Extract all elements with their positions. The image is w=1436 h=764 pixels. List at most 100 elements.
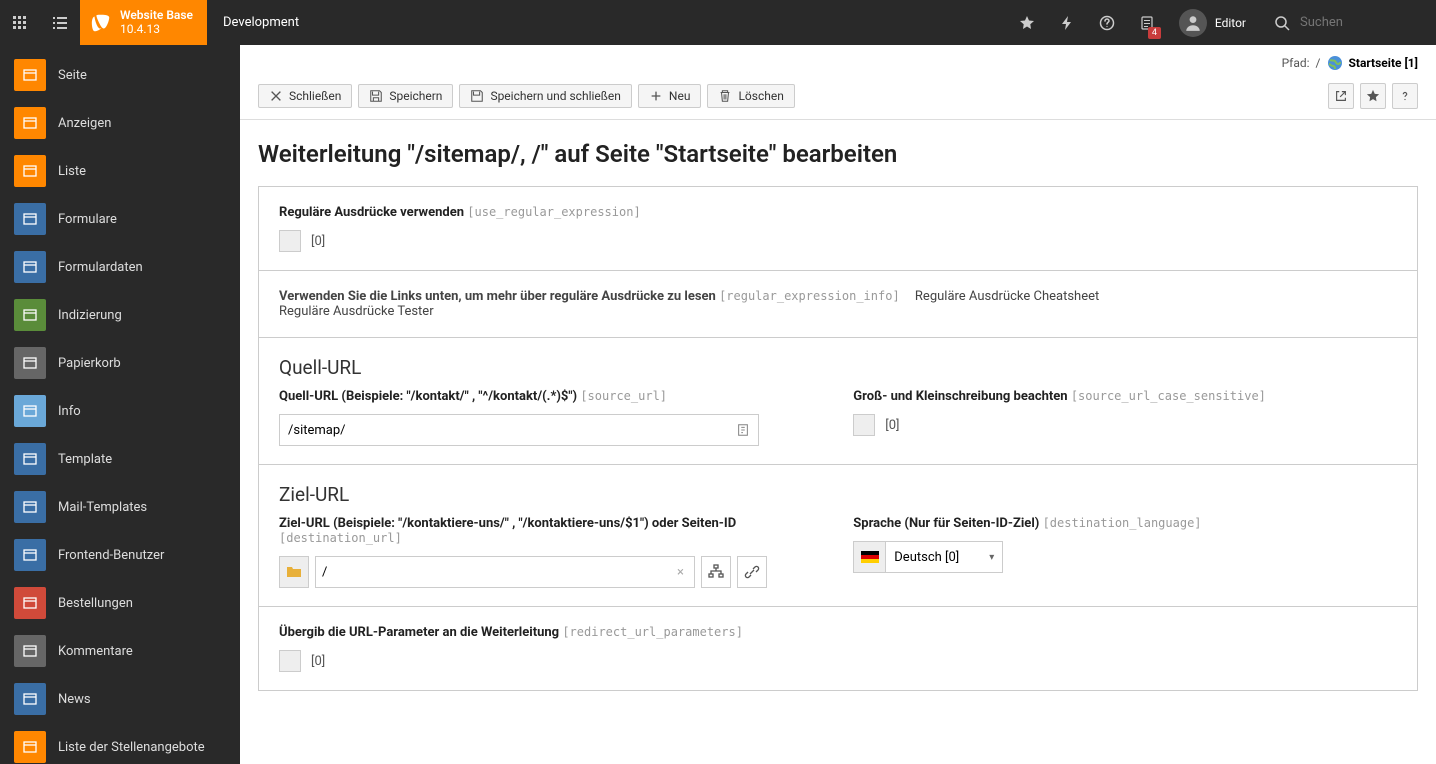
list-menu-button[interactable] bbox=[40, 0, 80, 45]
sidebar-item-5[interactable]: Indizierung bbox=[6, 293, 234, 337]
save-icon bbox=[369, 89, 383, 103]
delete-button[interactable]: Löschen bbox=[707, 84, 794, 108]
folder-prefix-icon bbox=[279, 556, 309, 588]
params-checkbox[interactable] bbox=[279, 650, 301, 672]
help-button[interactable] bbox=[1087, 0, 1127, 45]
sidebar-item-14[interactable]: Liste der Stellenangebote bbox=[6, 725, 234, 764]
brand-block[interactable]: Website Base 10.4.13 bbox=[80, 0, 207, 45]
open-link-button[interactable] bbox=[1328, 83, 1354, 109]
sidebar-item-9[interactable]: Mail-Templates bbox=[6, 485, 234, 529]
brand-version: 10.4.13 bbox=[120, 23, 193, 36]
sidebar-item-3[interactable]: Formulare bbox=[6, 197, 234, 241]
save-close-button[interactable]: Speichern und schließen bbox=[459, 84, 631, 108]
module-icon bbox=[14, 635, 46, 667]
avatar-icon bbox=[1179, 9, 1207, 37]
sidebar-item-10[interactable]: Frontend-Benutzer bbox=[6, 533, 234, 577]
module-icon bbox=[14, 491, 46, 523]
help-icon bbox=[1099, 15, 1115, 31]
dest-heading: Ziel-URL bbox=[279, 483, 1397, 506]
help-small-button[interactable] bbox=[1392, 83, 1418, 109]
sidebar-item-13[interactable]: News bbox=[6, 677, 234, 721]
regex-tech: [use_regular_expression] bbox=[467, 205, 640, 219]
sitemap-icon bbox=[708, 564, 724, 580]
cache-button[interactable] bbox=[1047, 0, 1087, 45]
module-icon bbox=[14, 539, 46, 571]
history-icon[interactable] bbox=[736, 423, 750, 437]
module-icon bbox=[14, 347, 46, 379]
sidebar-item-label: Seite bbox=[58, 68, 87, 83]
sidebar-item-2[interactable]: Liste bbox=[6, 149, 234, 193]
regex-value: [0] bbox=[311, 234, 325, 249]
sidebar-item-7[interactable]: Info bbox=[6, 389, 234, 433]
sidebar-item-label: Bestellungen bbox=[58, 596, 133, 611]
grid-menu-button[interactable] bbox=[0, 0, 40, 45]
notifications-button[interactable]: 4 bbox=[1127, 0, 1167, 45]
language-select[interactable]: Deutsch [0] ▾ bbox=[853, 541, 1003, 573]
sidebar-item-label: News bbox=[58, 692, 91, 707]
module-icon bbox=[14, 683, 46, 715]
bookmark-toggle-button[interactable] bbox=[1360, 83, 1386, 109]
breadcrumb: Pfad: / Startseite [1] bbox=[240, 45, 1436, 77]
folder-icon bbox=[286, 564, 302, 580]
case-checkbox[interactable] bbox=[853, 414, 875, 436]
search-input[interactable] bbox=[1300, 15, 1420, 30]
search-icon bbox=[1274, 15, 1290, 31]
sidebar-item-4[interactable]: Formulardaten bbox=[6, 245, 234, 289]
module-icon bbox=[14, 155, 46, 187]
source-url-input[interactable] bbox=[288, 423, 736, 438]
section-regex: Reguläre Ausdrücke verwenden [use_regula… bbox=[259, 187, 1417, 271]
sidebar-item-label: Formulardaten bbox=[58, 260, 143, 275]
sidebar-item-8[interactable]: Template bbox=[6, 437, 234, 481]
trash-icon bbox=[718, 89, 732, 103]
sidebar-item-label: Kommentare bbox=[58, 644, 133, 659]
params-tech: [redirect_url_parameters] bbox=[562, 625, 743, 639]
user-name: Editor bbox=[1215, 16, 1246, 30]
sidebar-item-11[interactable]: Bestellungen bbox=[6, 581, 234, 625]
clear-icon[interactable]: × bbox=[673, 565, 688, 580]
sidebar-item-1[interactable]: Anzeigen bbox=[6, 101, 234, 145]
star-icon bbox=[1366, 89, 1380, 103]
sidebar-item-label: Indizierung bbox=[58, 308, 122, 323]
module-icon bbox=[14, 251, 46, 283]
save-close-icon bbox=[470, 89, 484, 103]
flag-icon bbox=[854, 542, 886, 572]
link-wizard-button[interactable] bbox=[701, 556, 731, 588]
info-link-tester[interactable]: Reguläre Ausdrücke Tester bbox=[279, 304, 434, 319]
sidebar-item-12[interactable]: Kommentare bbox=[6, 629, 234, 673]
info-tech: [regular_expression_info] bbox=[719, 289, 900, 303]
regex-label: Reguläre Ausdrücke verwenden bbox=[279, 205, 464, 220]
list-icon bbox=[52, 15, 68, 31]
help-icon bbox=[1398, 89, 1412, 103]
bookmark-button[interactable] bbox=[1007, 0, 1047, 45]
source-url-input-wrapper bbox=[279, 414, 759, 446]
source-tech: [source_url] bbox=[580, 389, 667, 403]
search-box[interactable] bbox=[1258, 0, 1436, 45]
sidebar-item-label: Liste bbox=[58, 164, 86, 179]
path-page[interactable]: Startseite [1] bbox=[1349, 56, 1419, 70]
lang-tech: [destination_language] bbox=[1043, 516, 1202, 530]
sidebar-item-label: Liste der Stellenangebote bbox=[58, 740, 205, 755]
sidebar-item-0[interactable]: Seite bbox=[6, 53, 234, 97]
bolt-icon bbox=[1059, 15, 1075, 31]
case-tech: [source_url_case_sensitive] bbox=[1071, 389, 1266, 403]
sidebar-item-6[interactable]: Papierkorb bbox=[6, 341, 234, 385]
env-label: Development bbox=[207, 15, 315, 30]
lang-label: Sprache (Nur für Seiten-ID-Ziel) bbox=[853, 516, 1039, 531]
sidebar-item-label: Anzeigen bbox=[58, 116, 111, 131]
params-value: [0] bbox=[311, 654, 325, 669]
section-source: Quell-URL Quell-URL (Beispiele: "/kontak… bbox=[259, 338, 1417, 465]
dest-url-input[interactable] bbox=[322, 565, 673, 580]
save-button[interactable]: Speichern bbox=[358, 84, 453, 108]
user-menu[interactable]: Editor bbox=[1167, 0, 1258, 45]
link-button[interactable] bbox=[737, 556, 767, 588]
info-link-cheatsheet[interactable]: Reguläre Ausdrücke Cheatsheet bbox=[915, 289, 1099, 304]
case-label: Groß- und Kleinschreibung beachten bbox=[853, 389, 1067, 404]
regex-checkbox[interactable] bbox=[279, 230, 301, 252]
dest-tech: [destination_url] bbox=[279, 531, 402, 545]
module-icon bbox=[14, 59, 46, 91]
brand-name: Website Base bbox=[120, 9, 193, 22]
new-button[interactable]: Neu bbox=[638, 84, 702, 108]
dest-label: Ziel-URL (Beispiele: "/kontaktiere-uns/"… bbox=[279, 516, 736, 531]
close-button[interactable]: Schließen bbox=[258, 84, 352, 108]
content-area: Pfad: / Startseite [1] Schließen Speiche… bbox=[240, 45, 1436, 764]
